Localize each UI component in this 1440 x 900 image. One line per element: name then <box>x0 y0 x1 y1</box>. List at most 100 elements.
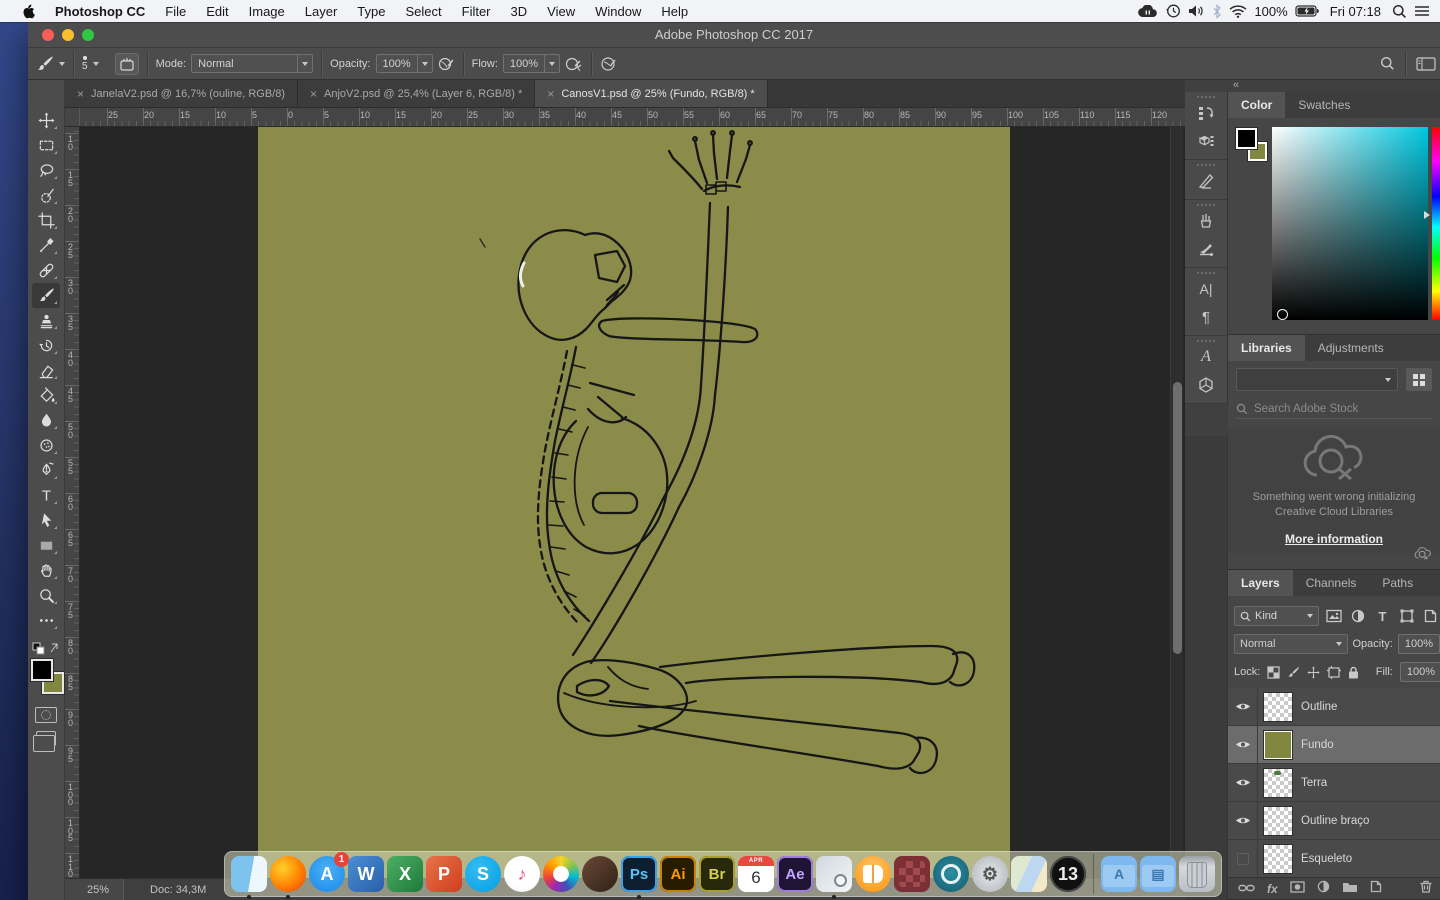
history-icon[interactable] <box>1185 99 1227 127</box>
foreground-color-swatch[interactable] <box>1236 128 1257 149</box>
hue-ramp[interactable] <box>1432 127 1440 320</box>
close-icon[interactable]: × <box>77 87 84 101</box>
eyedropper-tool[interactable] <box>32 233 60 258</box>
device-preview-icon[interactable] <box>1185 127 1227 155</box>
brush-tool[interactable] <box>32 283 60 308</box>
dock-preview-icon[interactable] <box>816 856 852 892</box>
lock-artboard-icon[interactable] <box>1327 666 1341 679</box>
toggle-brush-panel-button[interactable] <box>115 53 139 75</box>
close-icon[interactable]: × <box>310 87 317 101</box>
apple-menu[interactable] <box>12 4 45 19</box>
bluetooth-icon[interactable] <box>1212 4 1222 19</box>
pen-tool[interactable] <box>32 458 60 483</box>
smoothing-icon[interactable] <box>600 56 618 72</box>
add-layer-mask-icon[interactable] <box>1290 880 1305 898</box>
cloud-icon[interactable] <box>1138 5 1158 18</box>
filter-shape-layers-icon[interactable] <box>1398 609 1416 623</box>
dock-photos-icon[interactable] <box>543 856 579 892</box>
quick-mask-button[interactable] <box>35 707 57 723</box>
character-panel-icon[interactable]: A| <box>1185 275 1227 303</box>
menu-item-file[interactable]: File <box>155 4 196 19</box>
menu-item-layer[interactable]: Layer <box>295 4 348 19</box>
dock-bridge-icon[interactable]: Br <box>699 856 735 892</box>
brush-size-picker[interactable]: 5 <box>74 48 107 79</box>
blur-tool[interactable] <box>32 408 60 433</box>
airbrush-icon[interactable] <box>565 56 583 72</box>
notes-icon[interactable] <box>1185 167 1227 195</box>
layer-fill-field[interactable]: 100% <box>1400 662 1440 682</box>
layer-row-terra[interactable]: Terra <box>1228 764 1440 802</box>
tab-swatches[interactable]: Swatches <box>1285 92 1363 118</box>
screen-mode-button[interactable] <box>36 731 56 746</box>
creative-cloud-status-icon[interactable] <box>1414 547 1432 565</box>
history-brush-tool[interactable] <box>32 333 60 358</box>
lock-position-icon[interactable] <box>1307 666 1320 679</box>
marquee-tool[interactable] <box>32 133 60 158</box>
layer-thumbnail[interactable] <box>1264 693 1292 721</box>
dock-word-icon[interactable]: W <box>348 856 384 892</box>
menu-item-type[interactable]: Type <box>347 4 395 19</box>
layer-visibility-toggle[interactable] <box>1228 764 1258 801</box>
layer-visibility-toggle[interactable] <box>1228 802 1258 839</box>
dock-trash-icon[interactable] <box>1179 856 1215 892</box>
tab-libraries[interactable]: Libraries <box>1228 335 1305 361</box>
paragraph-panel-icon[interactable]: ¶ <box>1185 303 1227 331</box>
tab-channels[interactable]: Channels <box>1293 570 1370 596</box>
new-adjustment-layer-icon[interactable] <box>1317 880 1330 898</box>
tab-paths[interactable]: Paths <box>1369 570 1426 596</box>
ruler-origin-corner[interactable] <box>65 108 80 127</box>
workspace-switcher-icon[interactable] <box>1416 56 1436 72</box>
window-title-bar[interactable]: Adobe Photoshop CC 2017 <box>28 22 1440 48</box>
close-icon[interactable]: × <box>547 87 554 101</box>
menu-item-view[interactable]: View <box>537 4 585 19</box>
dock-maps-icon[interactable] <box>1011 856 1047 892</box>
foreground-background-swatches[interactable] <box>29 659 63 697</box>
path-selection-tool[interactable] <box>32 508 60 533</box>
notification-list-icon[interactable] <box>1414 5 1430 17</box>
layer-filter-kind-select[interactable]: Kind <box>1234 606 1319 626</box>
zoom-tool[interactable] <box>32 583 60 608</box>
layer-visibility-toggle[interactable] <box>1228 840 1258 877</box>
dock-system-preferences-icon[interactable]: ⚙ <box>972 856 1008 892</box>
library-select[interactable] <box>1236 368 1398 391</box>
color-saturation-field[interactable] <box>1272 127 1428 320</box>
filter-pixel-layers-icon[interactable] <box>1325 609 1343 623</box>
search-icon[interactable] <box>1392 4 1407 19</box>
dock-ibooks-icon[interactable] <box>855 856 891 892</box>
volume-icon[interactable] <box>1188 4 1205 18</box>
layer-row-outline[interactable]: Outline <box>1228 688 1440 726</box>
tool-presets-icon[interactable] <box>1185 235 1227 263</box>
tab-layers[interactable]: Layers <box>1228 570 1293 596</box>
document-tab[interactable]: × AnjoV2.psd @ 25,4% (Layer 6, RGB/8) * <box>298 80 535 107</box>
menu-clock[interactable]: Fri 07:18 <box>1326 4 1385 19</box>
menu-item-help[interactable]: Help <box>651 4 698 19</box>
layer-thumbnail[interactable] <box>1264 731 1292 759</box>
filter-smart-objects-icon[interactable] <box>1422 609 1440 623</box>
search-icon[interactable] <box>1380 56 1395 71</box>
menu-item-window[interactable]: Window <box>585 4 651 19</box>
swap-colors-icon[interactable] <box>31 641 61 657</box>
hand-tool[interactable] <box>32 558 60 583</box>
crop-tool[interactable] <box>32 208 60 233</box>
document-size-readout[interactable]: Doc: 34,3M <box>124 884 206 896</box>
dock-documents-folder-icon[interactable]: ▤ <box>1140 856 1176 892</box>
dock-garageband-icon[interactable] <box>582 856 618 892</box>
dock-app-store-icon[interactable]: A1 <box>309 856 345 892</box>
layer-row-outline-braço[interactable]: Outline braço <box>1228 802 1440 840</box>
vertical-scrollbar[interactable] <box>1170 127 1183 878</box>
bucket-tool[interactable] <box>32 383 60 408</box>
layer-row-esqueleto[interactable]: Esqueleto <box>1228 840 1440 878</box>
color-fg-bg-swatches[interactable] <box>1236 128 1272 168</box>
opacity-select[interactable]: 100% <box>376 54 433 73</box>
foreground-color-swatch[interactable] <box>31 659 53 681</box>
hue-slider-arrow[interactable] <box>1424 211 1430 219</box>
document-tab-active[interactable]: × CanosV1.psd @ 25% (Fundo, RGB/8) * <box>535 80 767 107</box>
dock-illustrator-icon[interactable]: Ai <box>660 856 696 892</box>
collapse-panels-button[interactable]: « <box>1185 80 1440 92</box>
menu-item-filter[interactable]: Filter <box>452 4 501 19</box>
lock-pixels-icon[interactable] <box>1287 666 1300 679</box>
dock-calendar-icon[interactable]: APR6 <box>738 856 774 892</box>
wifi-icon[interactable] <box>1229 5 1247 18</box>
menu-item-image[interactable]: Image <box>239 4 295 19</box>
zoom-level-field[interactable]: 25% <box>65 879 124 900</box>
